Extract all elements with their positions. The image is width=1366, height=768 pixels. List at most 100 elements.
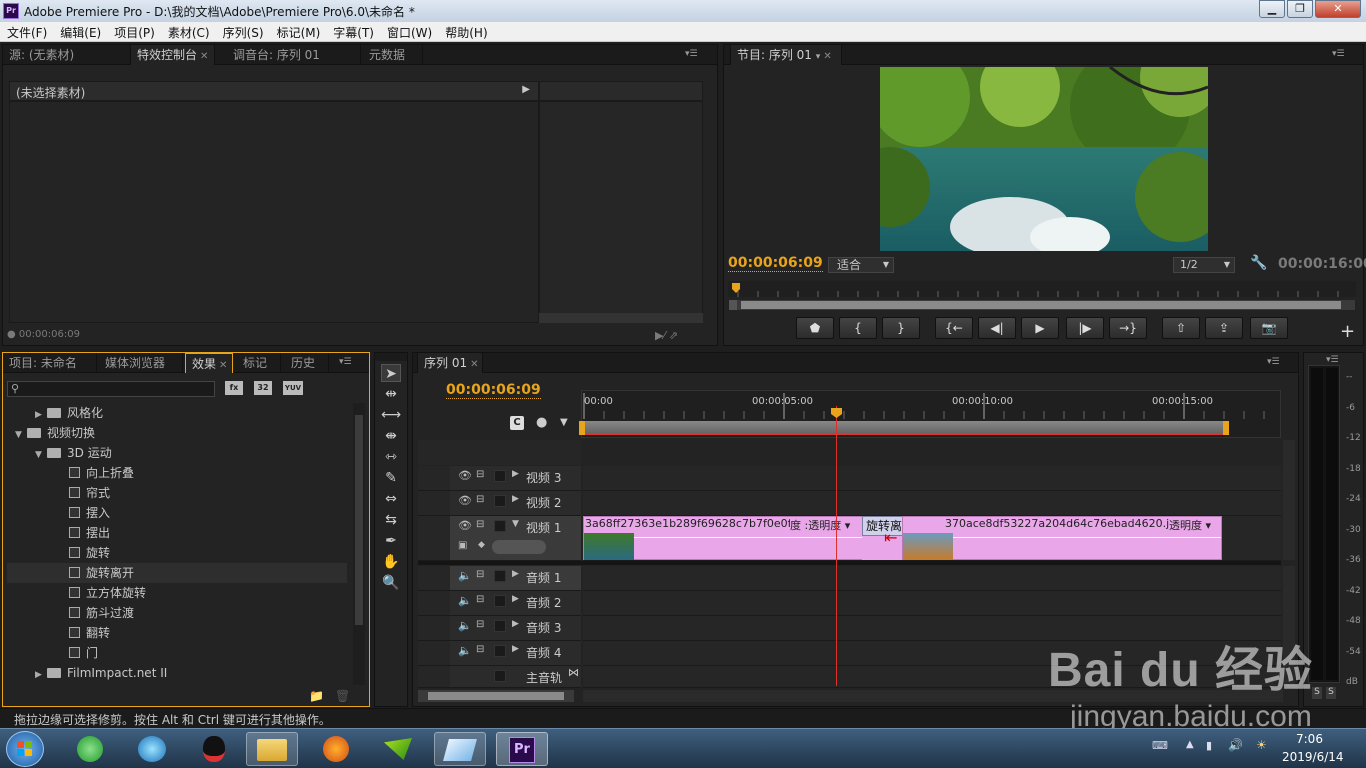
sync-lock-icon[interactable]: ⊟	[476, 469, 484, 480]
track-header-a2[interactable]: 🔈 ⊟ ▶ 音频 2	[450, 591, 581, 616]
eye-icon[interactable]: 👁	[458, 519, 472, 532]
work-area-end-handle[interactable]	[1223, 421, 1229, 435]
effect-item[interactable]: 立方体旋转	[69, 583, 353, 603]
work-area-start-handle[interactable]	[579, 421, 585, 435]
effects-folder[interactable]: ▶ FilmImpact.net II	[35, 663, 353, 683]
track-lane-v2[interactable]	[583, 491, 1281, 516]
slip-tool[interactable]: ⇔	[381, 490, 401, 508]
32bit-effects-filter[interactable]: 32	[254, 381, 272, 395]
solo-left-button[interactable]: S	[1312, 687, 1322, 699]
panel-menu-icon[interactable]: ▾☰	[1332, 49, 1346, 59]
track-target-area[interactable]	[418, 666, 450, 688]
mark-out-button[interactable]: }	[882, 317, 920, 339]
weather-icon[interactable]: ☀	[1256, 738, 1267, 752]
zoom-range[interactable]	[741, 301, 1341, 309]
chevron-right-icon[interactable]: ▶	[512, 644, 519, 654]
effects-folder[interactable]: ▶ 风格化	[35, 403, 353, 423]
menu-window[interactable]: 窗口(W)	[380, 22, 438, 41]
menu-edit[interactable]: 编辑(E)	[53, 22, 107, 41]
taskbar-premiere[interactable]: Pr	[496, 732, 548, 766]
clip-2[interactable]: 370ace8df53227a204d64c76ebad4620.jpg 透明度…	[902, 516, 1222, 560]
track-lane-a2[interactable]	[583, 591, 1281, 616]
add-marker-button[interactable]: ⬟	[796, 317, 834, 339]
close-tab-icon[interactable]: ✕	[823, 51, 831, 62]
timeline-zoom-bar[interactable]	[418, 690, 574, 702]
menu-title[interactable]: 字幕(T)	[326, 22, 380, 41]
snap-icon[interactable]: C	[510, 416, 524, 430]
slide-tool[interactable]: ⇆	[381, 511, 401, 529]
yuv-effects-filter[interactable]: YUV	[283, 381, 303, 395]
track-lock-toggle[interactable]	[494, 470, 506, 482]
keyframe-navigator[interactable]	[492, 540, 546, 554]
eye-icon[interactable]: 👁	[458, 469, 472, 482]
track-header-v1[interactable]: 👁 ⊟ ▼ 视频 1 ▣ ◆	[450, 516, 581, 561]
fit-dropdown[interactable]: 适合 ▼	[828, 257, 894, 273]
taskbar-window-app[interactable]	[434, 732, 486, 766]
taskbar-media-player[interactable]	[126, 732, 178, 766]
track-lock-toggle[interactable]	[494, 670, 506, 682]
program-timecode[interactable]: 00:00:06:09	[728, 255, 823, 272]
tab-effect-controls[interactable]: 特效控制台 ✕	[131, 45, 215, 65]
extract-button[interactable]: ⇪	[1205, 317, 1243, 339]
track-target-area[interactable]	[418, 516, 450, 561]
taskbar-explorer[interactable]	[246, 732, 298, 766]
tab-source[interactable]: 源: (无素材)	[3, 45, 131, 65]
tree-scrollbar[interactable]	[353, 403, 365, 685]
razor-tool[interactable]: ✎	[381, 469, 401, 487]
clip-1[interactable]: 3a68ff27363e1b289f69628c7b7f0e0f.jpg 度 :…	[583, 516, 863, 560]
video-audio-divider[interactable]	[418, 561, 1281, 565]
sync-lock-icon[interactable]: ⊟	[476, 619, 484, 630]
track-lock-toggle[interactable]	[494, 570, 506, 582]
chevron-right-icon[interactable]: ▶	[512, 494, 519, 504]
panel-menu-icon[interactable]: ▾☰	[1267, 357, 1281, 367]
effect-item[interactable]: 翻转	[69, 623, 353, 643]
sync-lock-icon[interactable]: ⊟	[476, 494, 484, 505]
close-tab-icon[interactable]: ✕	[219, 360, 227, 371]
export-frame-button[interactable]: 📷	[1250, 317, 1288, 339]
effects-search-input[interactable]: ⚲	[7, 381, 215, 397]
keyframe-display-icon[interactable]: ▣	[458, 540, 467, 551]
effect-item[interactable]: 摆出	[69, 523, 353, 543]
program-ruler[interactable]	[728, 281, 1356, 297]
tab-program[interactable]: 节目: 序列 01 ▾ ✕	[730, 45, 842, 65]
track-header-a4[interactable]: 🔈 ⊟ ▶ 音频 4	[450, 641, 581, 666]
maximize-button[interactable]: ❐	[1287, 0, 1313, 18]
track-lock-toggle[interactable]	[494, 495, 506, 507]
panel-menu-icon[interactable]: ▾☰	[685, 49, 699, 59]
hand-tool[interactable]: ✋	[381, 553, 401, 571]
rate-stretch-tool[interactable]: ⇿	[381, 448, 401, 466]
clip-2-opacity-label[interactable]: 透明度 ▾	[1169, 517, 1212, 533]
opacity-rubberband[interactable]	[634, 537, 862, 538]
track-header-master[interactable]: 主音轨	[450, 666, 581, 688]
accelerated-effects-filter[interactable]: fx	[225, 381, 243, 395]
program-zoom-bar[interactable]	[728, 299, 1356, 311]
effect-item[interactable]: 旋转离开	[7, 563, 347, 583]
volume-icon[interactable]: 🔊	[1228, 738, 1243, 752]
track-header-v2[interactable]: 👁 ⊟ ▶ 视频 2	[450, 491, 581, 516]
zoom-handle-left[interactable]	[729, 300, 737, 310]
sync-lock-icon[interactable]: ⊟	[476, 569, 484, 580]
close-button[interactable]: ✕	[1315, 0, 1361, 18]
minimize-button[interactable]: ▁	[1259, 0, 1285, 18]
tab-metadata[interactable]: 元数据	[363, 45, 423, 65]
mark-in-button[interactable]: {	[839, 317, 877, 339]
solo-right-button[interactable]: S	[1326, 687, 1336, 699]
effects-folder[interactable]: ▼ 视频切换	[15, 423, 353, 443]
tab-history[interactable]: 历史	[285, 353, 329, 373]
new-bin-icon[interactable]: 📁	[309, 689, 324, 703]
menu-project[interactable]: 项目(P)	[107, 22, 161, 41]
menu-sequence[interactable]: 序列(S)	[216, 22, 270, 41]
chevron-down-icon[interactable]: ▼	[15, 425, 27, 445]
menu-help[interactable]: 帮助(H)	[438, 22, 493, 41]
chevron-down-icon[interactable]: ▼	[35, 445, 47, 465]
rolling-edit-tool[interactable]: ⇼	[381, 427, 401, 445]
close-tab-icon[interactable]: ✕	[200, 51, 208, 62]
work-area-bar[interactable]	[579, 421, 1229, 435]
wrench-icon[interactable]: 🔧	[1250, 255, 1267, 271]
go-to-out-button[interactable]: →}	[1109, 317, 1147, 339]
keyframe-nav-icon[interactable]: ◆	[478, 540, 485, 550]
chevron-right-icon[interactable]: ▶	[35, 665, 47, 685]
tab-effects[interactable]: 效果 ✕	[185, 353, 233, 373]
effects-folder[interactable]: ▼ 3D 运动	[35, 443, 353, 463]
clock-time[interactable]: 7:06	[1296, 732, 1323, 746]
